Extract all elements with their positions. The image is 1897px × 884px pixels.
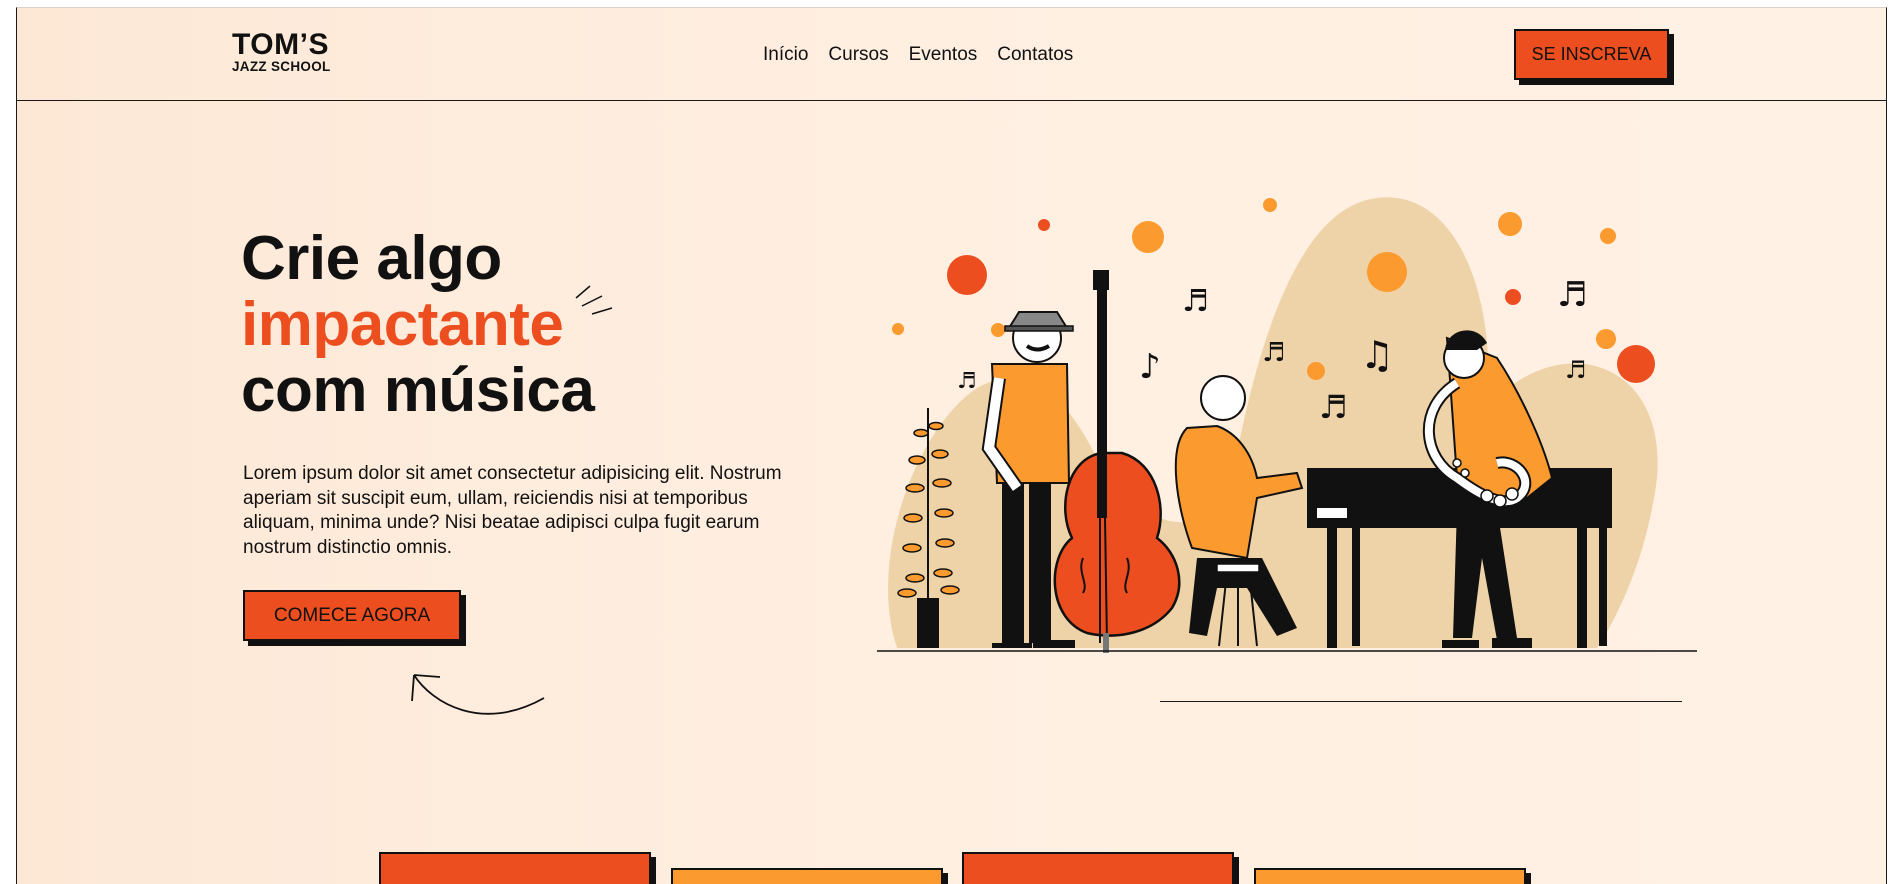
dot: [1617, 345, 1655, 383]
nav-item-contatos[interactable]: Contatos: [997, 44, 1073, 66]
signup-button[interactable]: SE INSCREVA: [1514, 29, 1669, 80]
svg-text:♬: ♬: [1319, 388, 1348, 426]
start-now-button[interactable]: COMECE AGORA: [243, 590, 461, 641]
dot: [991, 323, 1005, 337]
dot: [1263, 198, 1277, 212]
course-card[interactable]: [379, 852, 651, 884]
jazz-band-illustration: ♬ ♪ ♬ ♬ ♬ ♫ ♬ ♬: [877, 197, 1697, 653]
nav-item-inicio[interactable]: Início: [763, 44, 808, 66]
svg-text:♫: ♫: [1360, 333, 1394, 377]
dot: [892, 323, 904, 335]
dot: [1505, 289, 1521, 305]
course-card[interactable]: [962, 852, 1234, 884]
page: TOM’S JAZZ SCHOOL Início Cursos Eventos …: [16, 7, 1887, 884]
logo-subtitle: JAZZ SCHOOL: [232, 59, 331, 74]
dot: [1367, 252, 1407, 292]
logo[interactable]: TOM’S JAZZ SCHOOL: [232, 30, 331, 74]
dot: [1596, 329, 1616, 349]
site-header: TOM’S JAZZ SCHOOL Início Cursos Eventos …: [17, 8, 1886, 101]
nav-item-cursos[interactable]: Cursos: [828, 44, 888, 66]
dot: [1498, 212, 1522, 236]
divider-line: [1160, 701, 1682, 702]
hero-description: Lorem ipsum dolor sit amet consectetur a…: [243, 463, 782, 558]
course-card[interactable]: [671, 868, 943, 884]
dot: [1132, 221, 1164, 253]
svg-text:♬: ♬: [1182, 284, 1209, 319]
svg-text:♬: ♬: [1557, 275, 1587, 315]
hero-title: Crie algo impactante com música: [241, 224, 595, 425]
hero-title-line3: com música: [241, 356, 595, 425]
nav-item-eventos[interactable]: Eventos: [909, 44, 978, 66]
curved-arrow-icon: [411, 674, 545, 715]
dot: [1038, 219, 1050, 231]
svg-text:♬: ♬: [1262, 338, 1285, 368]
course-card[interactable]: [1254, 868, 1526, 884]
dot: [1600, 228, 1616, 244]
sparkle-icon: [575, 285, 613, 315]
logo-name: TOM’S: [232, 28, 329, 61]
svg-text:♬: ♬: [1565, 356, 1587, 384]
dot: [947, 255, 987, 295]
dot: [1307, 362, 1325, 380]
hero-title-accent: impactante: [241, 290, 564, 359]
svg-text:♬: ♬: [957, 369, 977, 394]
hero-title-line1: Crie algo: [241, 224, 502, 293]
main-nav: Início Cursos Eventos Contatos: [763, 44, 1073, 66]
svg-text:♪: ♪: [1139, 347, 1161, 387]
